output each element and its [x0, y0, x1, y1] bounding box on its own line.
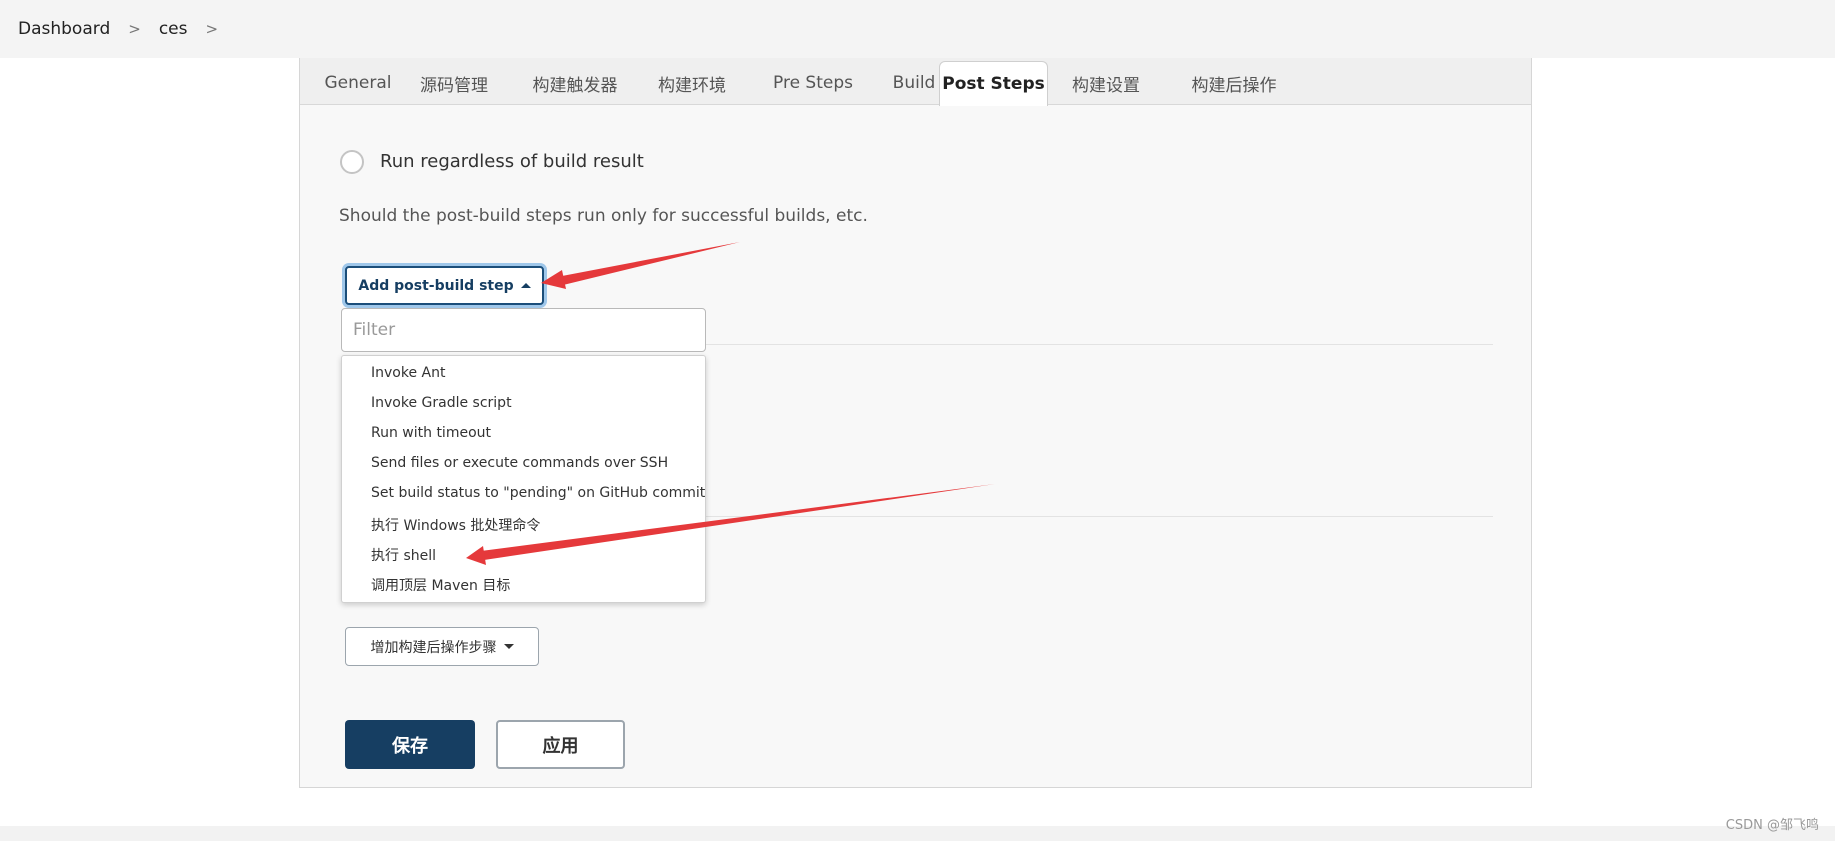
annotation-arrow-icon [466, 484, 995, 565]
annotation-arrows [466, 242, 995, 565]
annotation-arrow-icon [541, 242, 740, 289]
